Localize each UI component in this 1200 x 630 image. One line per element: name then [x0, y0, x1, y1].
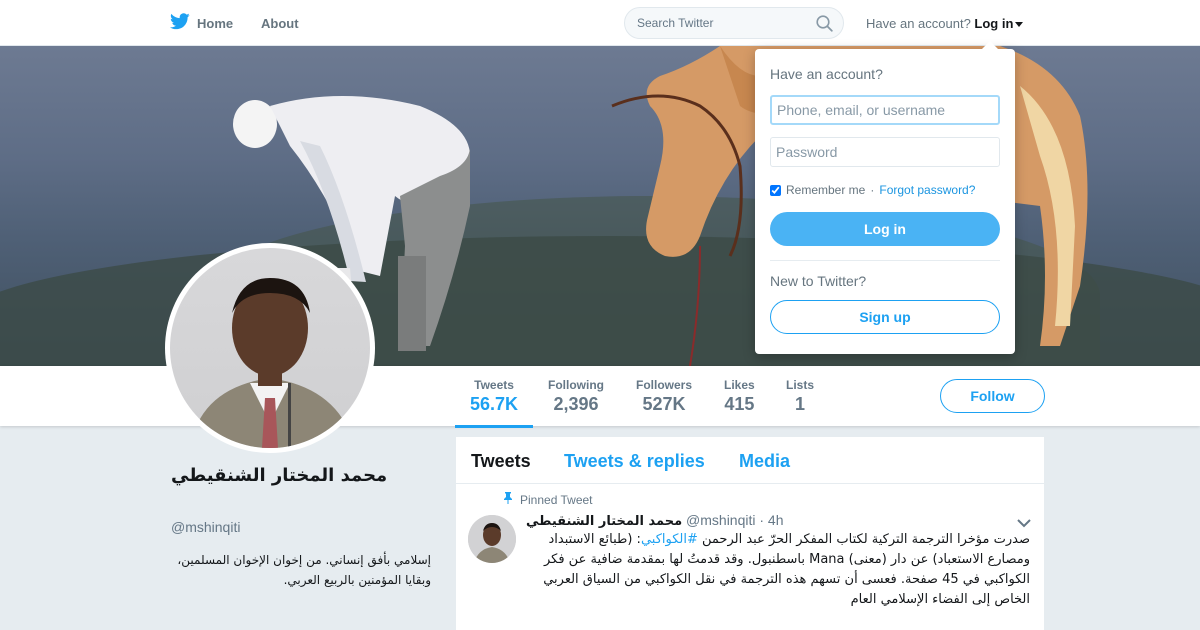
nav-home-label: Home [197, 15, 234, 31]
profile-display-name[interactable]: محمد المختار الشنقيطي [171, 462, 431, 490]
twitter-bird-icon [170, 13, 190, 33]
stat-lists-value: 1 [795, 394, 806, 414]
tweet-text: صدرت مؤخرا الترجمة التركية لكتاب المفكر … [526, 530, 1030, 610]
login-dropdown-title: Have an account? [770, 66, 883, 82]
profile-avatar[interactable] [165, 243, 375, 453]
search-icon[interactable] [816, 15, 833, 37]
password-field[interactable] [770, 137, 1000, 167]
stat-followers-label: Followers [636, 378, 693, 392]
login-dropdown: Have an account? Remember me · Forgot pa… [755, 41, 1015, 354]
pinned-tweet-label: Pinned Tweet [520, 492, 593, 507]
have-account-prompt: Have an account? Log in [866, 16, 1024, 31]
separator-dot: · [870, 183, 875, 197]
avatar-photo [170, 248, 370, 448]
tweet-author-name[interactable]: محمد المختار الشنقيطي [526, 514, 682, 529]
dropdown-divider [770, 260, 1000, 261]
nav-about-link[interactable]: About [261, 16, 299, 31]
stat-followers-value: 527K [642, 394, 686, 414]
follow-button[interactable]: Follow [940, 379, 1045, 413]
search-box [624, 7, 844, 39]
stat-following[interactable]: Following 2,396 [548, 378, 604, 415]
stat-lists[interactable]: Lists 1 [786, 378, 814, 415]
tweet-text-part: صدرت مؤخرا الترجمة التركية لكتاب المفكر … [697, 532, 1030, 547]
timeline: Tweets Tweets & replies Media Pinned Twe… [456, 437, 1044, 630]
username-field[interactable] [770, 95, 1000, 125]
tweet-author-handle[interactable]: @mshinqiti [686, 512, 755, 528]
avatar-portrait [190, 278, 355, 448]
have-account-text: Have an account? [866, 16, 971, 31]
profile-handle[interactable]: @mshinqiti [171, 519, 240, 535]
top-navigation-bar: Home About Have an account? Log in [0, 0, 1200, 46]
active-stat-underline [455, 425, 534, 428]
remember-me-label[interactable]: Remember me [786, 183, 865, 197]
forgot-password-link[interactable]: Forgot password? [879, 183, 975, 197]
tab-tweets-and-replies[interactable]: Tweets & replies [564, 451, 705, 472]
tweet-author-avatar[interactable] [468, 515, 516, 563]
tweet-timestamp[interactable]: · 4h [759, 512, 783, 528]
pin-icon [503, 492, 513, 507]
search-input[interactable] [625, 8, 805, 38]
tweet-avatar-portrait [468, 515, 516, 563]
remember-me-row: Remember me · Forgot password? [770, 183, 975, 197]
tab-media[interactable]: Media [739, 451, 790, 472]
login-submit-button[interactable]: Log in [770, 212, 1000, 246]
new-to-twitter-label: New to Twitter? [770, 273, 867, 289]
stat-likes-value: 415 [724, 394, 755, 414]
stat-following-value: 2,396 [553, 394, 599, 414]
login-toggle-label: Log in [974, 16, 1014, 31]
profile-bio: إسلامي بأفق إنساني. من إخوان الإخوان الم… [177, 553, 431, 587]
tab-tweets[interactable]: Tweets [471, 451, 531, 472]
tweet-header: محمد المختار الشنقيطي @mshinqiti · 4h [526, 512, 784, 529]
login-toggle[interactable]: Log in [974, 16, 1024, 31]
timeline-tabs: Tweets Tweets & replies Media [456, 437, 1044, 484]
stat-following-label: Following [548, 378, 604, 392]
stat-lists-label: Lists [786, 378, 815, 392]
stat-followers[interactable]: Followers 527K [636, 378, 692, 415]
caret-down-icon [1015, 22, 1024, 28]
stat-tweets[interactable]: Tweets 56.7K [455, 378, 534, 428]
stat-tweets-label: Tweets [474, 378, 514, 392]
remember-me-checkbox[interactable] [770, 184, 781, 196]
stat-likes-label: Likes [724, 378, 755, 392]
nav-home-link[interactable]: Home [170, 13, 233, 33]
stat-likes[interactable]: Likes 415 [724, 378, 755, 415]
signup-button[interactable]: Sign up [770, 300, 1000, 334]
tweet-hashtag-link[interactable]: #الكواكبي [641, 532, 698, 547]
stat-tweets-value: 56.7K [470, 394, 519, 414]
pinned-tweet-context: Pinned Tweet [503, 492, 593, 507]
